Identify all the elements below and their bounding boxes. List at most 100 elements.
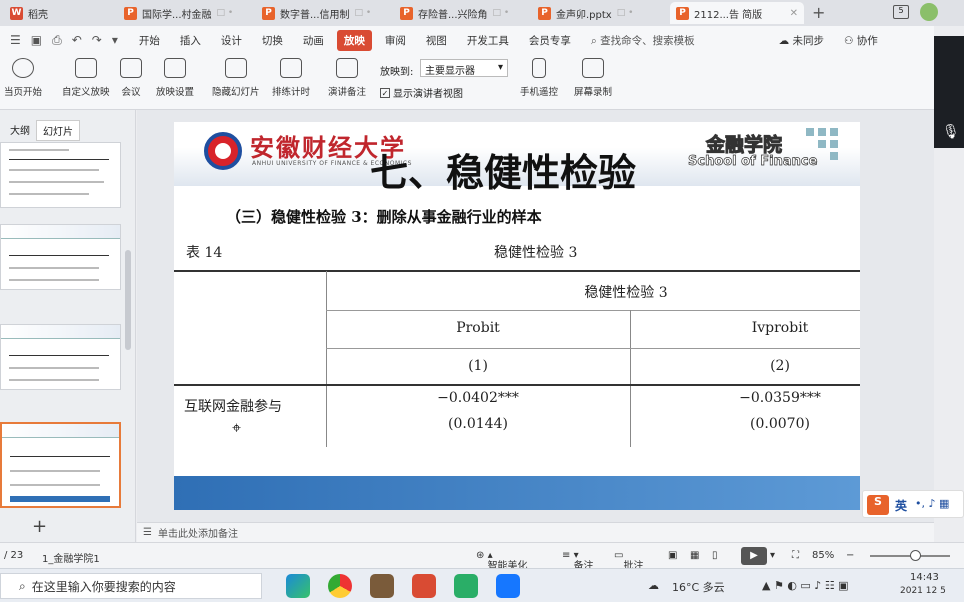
meeting-video-overlay[interactable]: 🎙 — [934, 36, 964, 148]
thumb-header — [1, 225, 120, 239]
slide-thumbnail[interactable] — [0, 324, 121, 390]
chevron-down-icon[interactable]: ▾ — [770, 550, 775, 561]
wechat-icon[interactable] — [454, 574, 478, 598]
print-icon[interactable]: ⎙ — [52, 33, 62, 48]
play-slideshow-button[interactable]: ▶ — [741, 547, 767, 565]
window-mode-icon[interactable]: 5 — [893, 5, 909, 19]
command-search[interactable]: ⌕ 查找命令、搜索模板 — [584, 30, 702, 51]
clock-time[interactable]: 14:43 — [910, 572, 939, 583]
menu-design[interactable]: 设计 — [214, 30, 249, 51]
tab-label: 存险普...兴险角 — [418, 9, 488, 21]
add-slide-icon[interactable]: + — [32, 516, 47, 537]
system-tray-icons[interactable]: ▲ ⚑ ◐ ▭ ♪ ☷ ▣ — [762, 579, 849, 592]
ime-mode[interactable]: 英 — [895, 497, 907, 514]
menu-start[interactable]: 开始 — [132, 30, 167, 51]
thumbnail-scrollbar[interactable] — [125, 250, 131, 350]
pin-icon[interactable]: □ • — [355, 8, 372, 18]
rehearse-timing-button[interactable]: 排练计时 — [272, 58, 310, 98]
menu-member[interactable]: 会员专享 — [522, 30, 578, 51]
chevron-down-icon: ▾ — [497, 62, 503, 73]
remarks-button[interactable]: ≡ 备注 ▾ — [562, 550, 594, 572]
tab-doc-1[interactable]: P 国际学...村金融 □ • — [118, 2, 248, 24]
tab-doc-4[interactable]: P 金声卯.pptx □ • — [532, 2, 664, 24]
slide-sorter-icon[interactable]: ▦ — [690, 550, 699, 561]
show-settings-button[interactable]: 放映设置 — [156, 58, 194, 98]
comments-button[interactable]: ▭ 批注 — [614, 550, 643, 572]
notes-pane[interactable]: ☰ 单击此处添加备注 — [137, 522, 934, 542]
pin-icon[interactable]: □ • — [217, 8, 234, 18]
tab-doc-active[interactable]: P 2112...告 简版 ✕ — [670, 2, 804, 24]
thumb-line — [9, 267, 99, 269]
menu-review[interactable]: 审阅 — [378, 30, 413, 51]
tab-doc-3[interactable]: P 存险普...兴险角 □ • — [394, 2, 526, 24]
fit-window-icon[interactable]: ⛶ — [792, 550, 799, 561]
thumb-line — [9, 159, 109, 160]
weather-icon[interactable]: ☁ — [648, 579, 659, 592]
taskbar-search-input[interactable]: ⌕ 在这里输入你要搜索的内容 — [0, 573, 262, 599]
pin-icon[interactable]: □ • — [493, 8, 510, 18]
column-number: (1) — [468, 358, 488, 374]
slide-thumbnail[interactable] — [0, 224, 121, 290]
save-icon[interactable]: ▣ — [31, 33, 42, 47]
app-icon[interactable] — [370, 574, 394, 598]
settings-icon — [164, 58, 186, 78]
screen-record-button[interactable]: 屏幕录制 — [574, 58, 612, 98]
start-current-slide-button[interactable]: 当页开始 — [4, 58, 42, 98]
ppt-file-icon: P — [676, 6, 689, 20]
university-logo-icon — [204, 132, 242, 170]
slide-thumbnail-selected[interactable] — [0, 422, 121, 508]
ppt-file-icon: P — [538, 6, 551, 20]
hide-slide-button[interactable]: 隐藏幻灯片 — [212, 58, 260, 98]
microphone-icon[interactable]: 🎙 — [942, 124, 960, 140]
pin-icon[interactable]: □ • — [617, 8, 634, 18]
input-method-bar[interactable]: S 英 •, ♪ ▦ — [862, 490, 964, 518]
new-tab-icon[interactable]: + — [812, 3, 825, 22]
zoom-out-icon[interactable]: − — [846, 550, 854, 561]
zoom-level[interactable]: 85% — [812, 550, 834, 561]
meeting-button[interactable]: 会议 — [120, 58, 142, 98]
thumb-line — [9, 379, 99, 381]
menu-animation[interactable]: 动画 — [296, 30, 331, 51]
chrome-browser-icon[interactable] — [328, 574, 352, 598]
menu-developer[interactable]: 开发工具 — [460, 30, 516, 51]
menu-transition[interactable]: 切换 — [255, 30, 290, 51]
close-tab-icon[interactable]: ✕ — [790, 8, 798, 19]
presenter-view-checkbox[interactable]: ✓ 显示演讲者视图 — [380, 85, 463, 100]
display-select[interactable]: 主要显示器 ▾ — [420, 59, 508, 77]
speaker-notes-button[interactable]: 演讲备注 — [328, 58, 366, 98]
menu-insert[interactable]: 插入 — [173, 30, 208, 51]
phone-remote-button[interactable]: 手机遥控 — [520, 58, 558, 98]
normal-view-icon[interactable]: ▣ — [668, 550, 677, 561]
user-icon: ⚇ — [843, 34, 854, 47]
tab-doc-2[interactable]: P 数字普...信用制 □ • — [256, 2, 388, 24]
slide-thumbnail[interactable] — [0, 142, 121, 208]
collaborate-button[interactable]: ⚇ 协作 — [837, 30, 885, 51]
tab-slides[interactable]: 幻灯片 — [36, 120, 80, 141]
table-rule — [326, 348, 860, 349]
slide-thumbnail-panel: 大纲 幻灯片 + — [0, 110, 136, 542]
meeting-app-icon[interactable] — [496, 574, 520, 598]
ime-tools-icons[interactable]: •, ♪ ▦ — [915, 497, 949, 510]
weather-text[interactable]: 16°C 多云 — [672, 579, 725, 595]
tab-home[interactable]: W 稻壳 — [4, 2, 96, 24]
zoom-slider-handle[interactable] — [910, 550, 921, 561]
avatar[interactable] — [920, 3, 938, 21]
clock-date[interactable]: 2021 12 5 — [900, 586, 946, 596]
sync-status[interactable]: ☁ 未同步 — [772, 30, 831, 51]
menu-icon[interactable]: ☰ — [10, 33, 21, 47]
slide[interactable]: 安徽财经大学 ANHUI UNIVERSITY OF FINANCE & ECO… — [174, 122, 860, 510]
std-error-cell: (0.0144) — [448, 416, 508, 432]
wps-office-icon[interactable] — [412, 574, 436, 598]
menu-slideshow[interactable]: 放映 — [336, 29, 372, 51]
edge-browser-icon[interactable] — [286, 574, 310, 598]
dropdown-icon[interactable]: ▾ — [112, 33, 118, 47]
menu-view[interactable]: 视图 — [419, 30, 454, 51]
wps-logo-icon: W — [10, 6, 23, 20]
thumb-line — [9, 181, 104, 183]
undo-icon[interactable]: ↶ — [72, 33, 82, 47]
redo-icon[interactable]: ↷ — [92, 33, 102, 47]
reading-view-icon[interactable]: ▯ — [712, 550, 718, 561]
tab-outline[interactable]: 大纲 — [4, 120, 36, 139]
custom-show-button[interactable]: 自定义放映 — [62, 58, 110, 98]
smart-beautify-button[interactable]: ⊛ 智能美化 ▴ — [476, 550, 528, 572]
